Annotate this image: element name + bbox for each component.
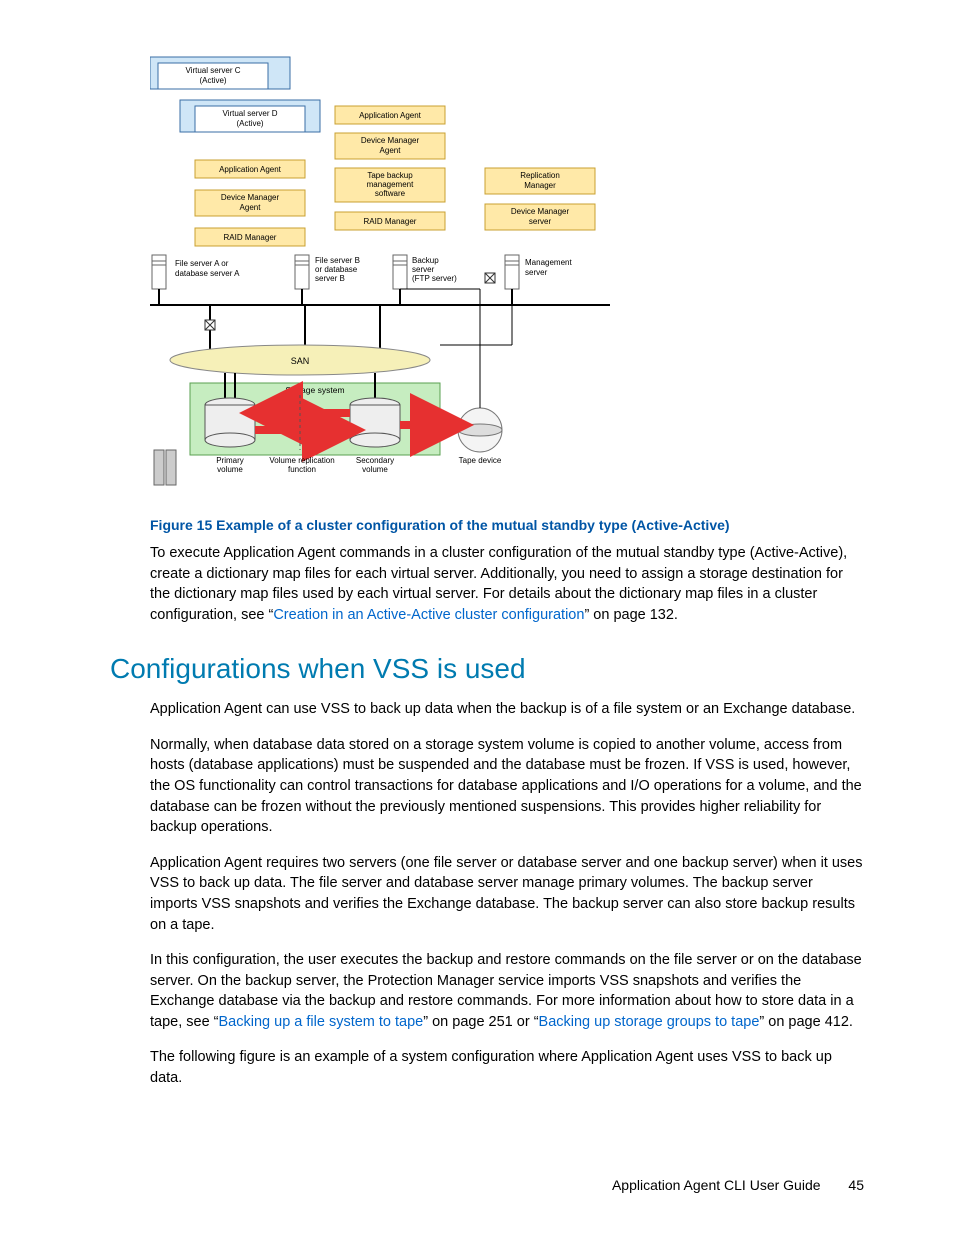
paragraph-5: In this configuration, the user executes… bbox=[150, 950, 864, 1032]
backup-server-label: Backupserver(FTP server) bbox=[412, 256, 457, 283]
file-server-a-label: File server A ordatabase server A bbox=[175, 259, 240, 278]
tape-device-label: Tape device bbox=[459, 456, 502, 465]
file-server-b-label: File server Bor databaseserver B bbox=[315, 256, 360, 283]
paragraph-6: The following figure is an example of a … bbox=[150, 1047, 864, 1088]
server-icon-b bbox=[295, 255, 309, 289]
figure-caption: Figure 15 Example of a cluster configura… bbox=[150, 517, 864, 533]
server-icon-backup bbox=[393, 255, 407, 289]
paragraph-1: To execute Application Agent commands in… bbox=[150, 543, 864, 625]
storage-system-label: Storage system bbox=[285, 385, 344, 395]
link-backup-fs-tape[interactable]: Backing up a file system to tape bbox=[219, 1014, 424, 1030]
paragraph-3: Normally, when database data stored on a… bbox=[150, 735, 864, 838]
footer-title: Application Agent CLI User Guide bbox=[612, 1177, 821, 1193]
figure-15-diagram: Virtual server C(Active) Virtual server … bbox=[150, 55, 864, 505]
san-label: SAN bbox=[291, 356, 310, 366]
paragraph-2: Application Agent can use VSS to back up… bbox=[150, 699, 864, 720]
page-number: 45 bbox=[848, 1177, 864, 1193]
server-icon-a bbox=[152, 255, 166, 289]
paragraph-4: Application Agent requires two servers (… bbox=[150, 853, 864, 935]
primary-vol-label: Primaryvolume bbox=[216, 456, 244, 474]
para1-text-b: ” on page 132. bbox=[584, 607, 678, 623]
para5-text-b: ” on page 251 or “ bbox=[423, 1014, 538, 1030]
raid-mgr-mid: RAID Manager bbox=[364, 217, 417, 226]
app-agent-mid: Application Agent bbox=[359, 111, 422, 120]
link-backup-sg-tape[interactable]: Backing up storage groups to tape bbox=[539, 1014, 760, 1030]
secondary-vol-label: Secondaryvolume bbox=[356, 456, 394, 474]
raid-mgr-left: RAID Manager bbox=[224, 233, 277, 242]
page-footer: Application Agent CLI User Guide 45 bbox=[612, 1177, 864, 1193]
mgmt-server-label: Managementserver bbox=[525, 258, 572, 277]
app-agent-left: Application Agent bbox=[219, 165, 282, 174]
vol-repl-label: Volume replicationfunction bbox=[269, 456, 334, 474]
section-heading-vss: Configurations when VSS is used bbox=[110, 653, 864, 685]
para5-text-c: ” on page 412. bbox=[759, 1014, 853, 1030]
repl-mgr: ReplicationManager bbox=[520, 171, 560, 190]
link-active-active[interactable]: Creation in an Active-Active cluster con… bbox=[273, 607, 584, 623]
server-icon-mgmt bbox=[505, 255, 519, 289]
